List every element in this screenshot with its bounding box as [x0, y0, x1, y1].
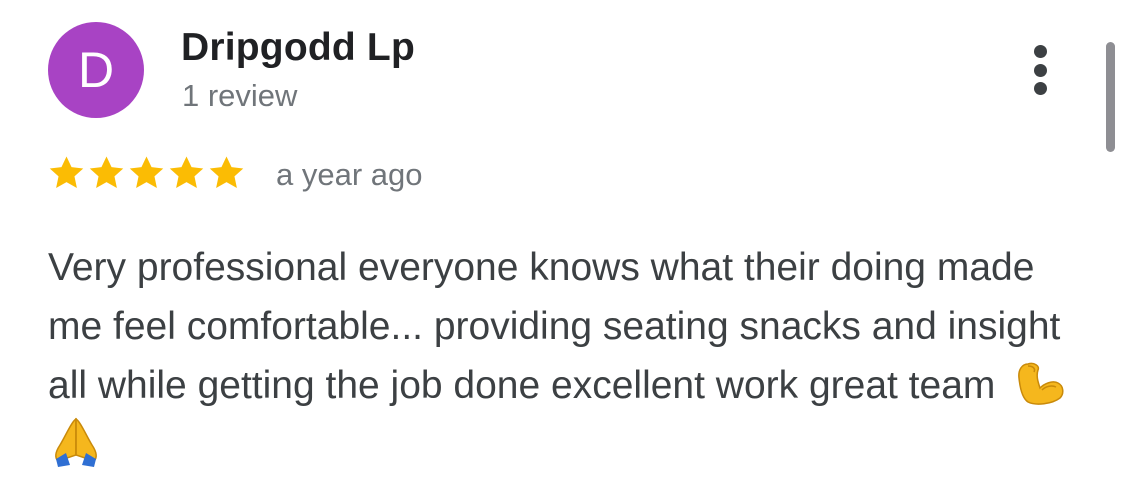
review-body: Very professional everyone knows what th…	[48, 238, 1088, 474]
flexed-biceps-emoji	[1018, 362, 1064, 405]
more-options-button[interactable]	[1018, 40, 1062, 100]
more-vert-icon	[1033, 45, 1047, 58]
review-text: Very professional everyone knows what th…	[48, 246, 1061, 407]
scrollbar-thumb[interactable]	[1106, 42, 1115, 152]
reviewer-avatar[interactable]: D	[48, 22, 144, 118]
star-filled-icon	[49, 156, 84, 188]
folded-hands-emoji	[55, 417, 97, 467]
more-vert-icon-dot	[1033, 82, 1047, 95]
star-filled-icon	[129, 156, 164, 188]
more-vert-icon-dot	[1033, 63, 1047, 77]
star-filled-icon	[169, 156, 204, 188]
star-filled-icon	[209, 156, 244, 188]
review-timestamp: a year ago	[276, 157, 423, 192]
avatar-initial: D	[77, 42, 115, 98]
reviewer-review-count[interactable]: 1 review	[182, 78, 297, 114]
star-filled-icon	[89, 156, 124, 188]
star-rating	[47, 154, 246, 193]
reviewer-name[interactable]: Dripgodd Lp	[181, 26, 415, 70]
